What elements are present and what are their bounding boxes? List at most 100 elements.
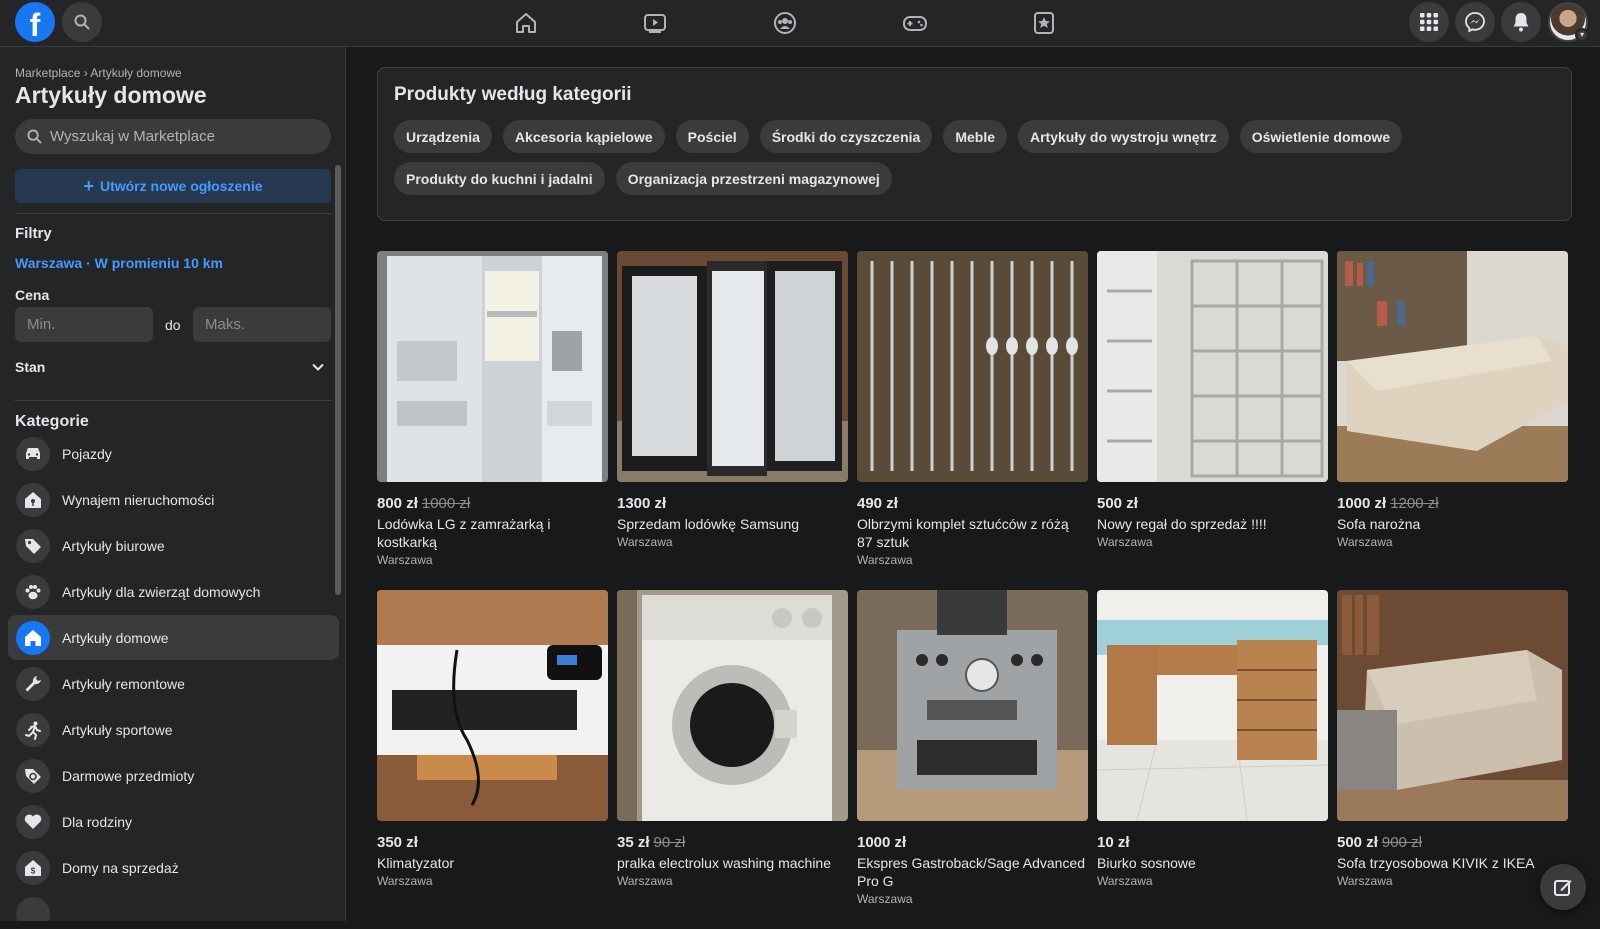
listing-image[interactable] [377,590,608,821]
svg-text:$: $ [31,866,36,875]
category-label: Artykuły dla zwierząt domowych [62,583,261,600]
listing-image[interactable] [857,590,1088,821]
category-item-darmowe[interactable]: Darmowe przedmioty [8,753,339,798]
category-label: Artykuły domowe [62,629,169,646]
listing-image[interactable] [857,251,1088,482]
category-item-partial[interactable] [8,891,339,921]
category-chips: Urządzenia Akcesoria kąpielowe Pościel Ś… [394,120,1564,195]
category-label: Darmowe przedmioty [62,767,195,784]
listing-card[interactable]: 800 zł 1000 zł Lodówka LG z zamrażarką i … [377,251,608,590]
listing-old-price: 1200 zł [1390,495,1439,512]
listing-card[interactable]: 35 zł 90 zł pralka electrolux washing mac… [617,590,848,929]
watch-icon[interactable] [640,8,670,38]
category-item-wynajem[interactable]: Wynajem nieruchomości [8,477,339,522]
sidebar-scrollbar[interactable] [335,165,341,595]
groups-icon[interactable] [770,8,800,38]
listing-price: 1000 zł [1337,495,1387,512]
chip-srodki-czyszczenia[interactable]: Środki do czyszczenia [759,120,933,153]
listing-location: Warszawa [1097,874,1153,888]
listing-card[interactable]: 10 zł Biurko sosnowe Warszawa [1097,590,1328,929]
chip-organizacja[interactable]: Organizacja przestrzeni magazynowej [615,162,892,195]
listing-image[interactable] [1337,590,1568,821]
marketplace-search[interactable] [15,119,331,154]
max-price-field[interactable] [193,307,331,342]
listing-card[interactable]: 350 zł Klimatyzator Warszawa [377,590,608,929]
category-item-domy[interactable]: $ Domy na sprzedaż [8,845,339,890]
category-item-pojazdy[interactable]: Pojazdy [8,431,339,476]
bookmark-star-icon[interactable] [1029,8,1059,38]
location-filter-link[interactable]: Warszawa · W promieniu 10 km [15,255,223,271]
listing-price: 500 zł [1097,495,1138,512]
category-item-domowe[interactable]: Artykuły domowe [8,615,339,660]
category-label: Pojazdy [62,445,112,462]
messenger-icon [1465,12,1485,32]
min-price-field[interactable] [15,307,153,342]
facebook-logo[interactable]: f [15,2,55,42]
listing-old-price: 90 zł [653,834,686,851]
listing-price: 1300 zł [617,495,667,512]
chip-wystroj-wnetrz[interactable]: Artykuły do wystroju wnętrz [1018,120,1229,153]
home-icon[interactable] [511,8,541,38]
category-item-zwierzeta[interactable]: Artykuły dla zwierząt domowych [8,569,339,614]
chip-posciel[interactable]: Pościel [675,120,749,153]
category-item-remontowe[interactable]: Artykuły remontowe [8,661,339,706]
messenger-button[interactable] [1455,2,1495,42]
listing-card[interactable]: 1000 zł 1200 zł Sofa narożna Warszawa [1337,251,1568,590]
house-key-icon [16,482,50,517]
listing-title: Biurko sosnowe [1097,855,1196,871]
category-item-biurowe[interactable]: Artykuły biurowe [8,523,339,568]
plus-icon: + [83,176,94,196]
category-item-sportowe[interactable]: Artykuły sportowe [8,707,339,752]
notifications-button[interactable] [1501,2,1541,42]
chip-kuchnia-jadalnia[interactable]: Produkty do kuchni i jadalni [394,162,605,195]
listing-image[interactable] [1097,590,1328,821]
apps-grid-icon [1420,13,1438,31]
listing-card[interactable]: 500 zł Nowy regał do sprzedaż !!!! Warsz… [1097,251,1328,590]
condition-label: Stan [15,359,46,375]
listing-card[interactable]: 490 zł Olbrzymi komplet sztućców z różą … [857,251,1088,590]
gaming-icon[interactable] [900,8,930,38]
listing-image[interactable] [617,251,848,482]
category-label: Artykuły sportowe [62,721,173,738]
listing-card[interactable]: 1000 zł Ekspres Gastroback/Sage Advanced… [857,590,1088,929]
apps-grid-button[interactable] [1409,2,1449,42]
compose-icon [1554,880,1572,896]
create-listing-button[interactable]: + Utwórz nowe ogłoszenie [15,169,331,203]
category-icon [16,896,50,921]
chevron-down-icon[interactable]: ▾ [1575,28,1589,42]
chip-meble[interactable]: Meble [943,120,1007,153]
listing-location: Warszawa [1337,535,1393,549]
bell-icon [1513,13,1529,32]
listing-title: Ekspres Gastroback/Sage Advanced Pro G [857,855,1086,889]
breadcrumb[interactable]: Marketplace › Artykuły domowe [15,66,182,80]
listing-card[interactable]: 1300 zł Sprzedam lodówkę Samsung Warszaw… [617,251,848,590]
listing-image[interactable] [617,590,848,821]
listing-title: Sofa trzyosobowa KIVIK z IKEA [1337,855,1535,871]
price-label: Cena [15,287,50,303]
listing-price: 500 zł [1337,834,1378,851]
chip-akcesoria-kapielowe[interactable]: Akcesoria kąpielowe [502,120,665,153]
chevron-down-icon [312,363,324,371]
listing-card[interactable]: 500 zł 900 zł Sofa trzyosobowa KIVIK z IK… [1337,590,1568,929]
listing-image[interactable] [377,251,608,482]
category-label: Artykuły biurowe [62,537,165,554]
tag-icon [16,528,50,563]
listing-location: Warszawa [617,874,673,888]
listing-price: 490 zł [857,495,898,512]
listing-image[interactable] [1097,251,1328,482]
listing-price: 10 zł [1097,834,1130,851]
page-title: Artykuły domowe [15,82,207,108]
listing-image[interactable] [1337,251,1568,482]
listings-grid: 800 zł 1000 zł Lodówka LG z zamrażarką i … [377,251,1572,929]
heart-icon [16,804,50,839]
new-message-button[interactable] [1540,864,1586,910]
search-input[interactable] [50,128,310,145]
condition-dropdown[interactable]: Stan [15,355,325,379]
listing-old-price: 1000 zł [421,495,471,512]
search-button[interactable] [62,2,102,42]
search-icon [74,14,90,30]
category-item-rodzina[interactable]: Dla rodziny [8,799,339,844]
chip-oswietlenie[interactable]: Oświetlenie domowe [1239,120,1403,153]
filters-heading: Filtry [15,225,52,242]
chip-urzadzenia[interactable]: Urządzenia [394,120,492,153]
